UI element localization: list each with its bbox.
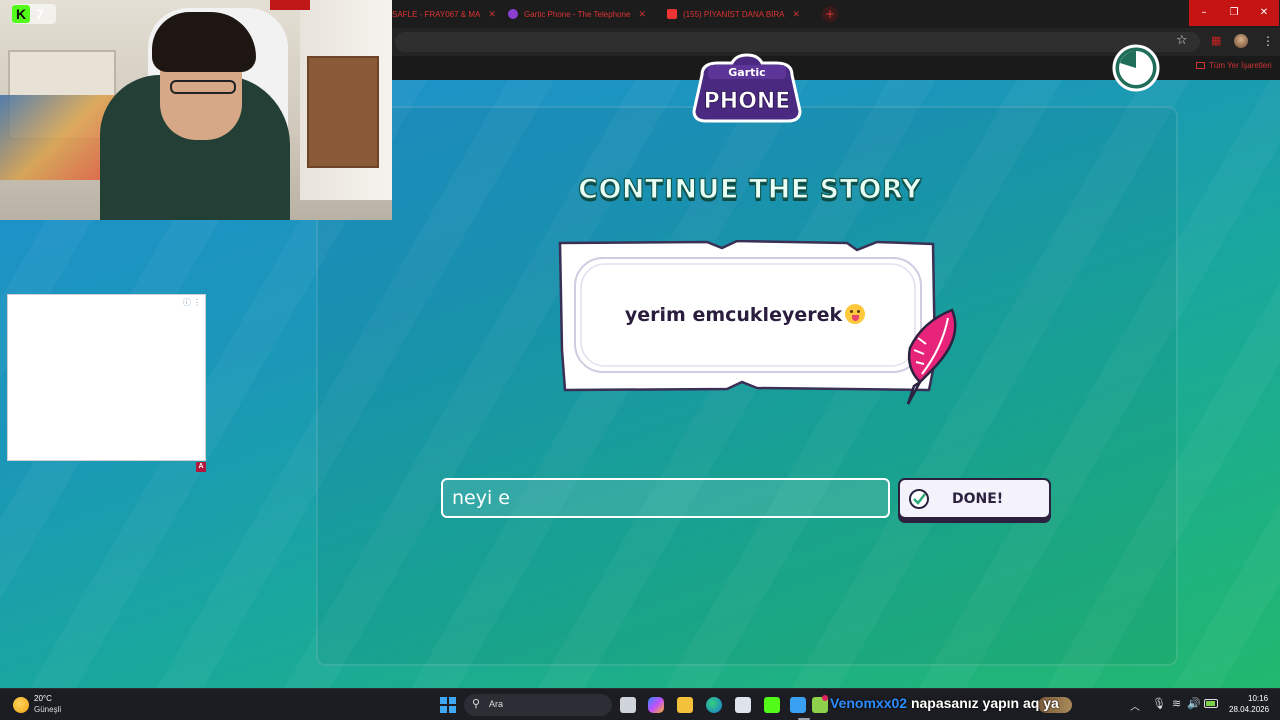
chat-message: napasanız yapın aq ya xyxy=(910,695,1059,711)
ad-info-icon[interactable]: ⓘ ⋮ xyxy=(183,297,201,308)
close-icon[interactable]: ✕ xyxy=(638,9,646,20)
all-bookmarks-label: Tüm Yer İşaretleri xyxy=(1209,61,1272,70)
restore-icon[interactable]: ❐ xyxy=(1219,0,1249,26)
copilot-icon[interactable] xyxy=(648,697,664,713)
logo-top-text: Gartic xyxy=(728,66,765,79)
taskbar-search[interactable]: ⚲ Ara xyxy=(464,694,1072,716)
weather-temperature: 20°C xyxy=(34,694,52,703)
volume-icon[interactable]: 🔊 xyxy=(1187,697,1201,710)
microphone-icon[interactable]: 🎙 xyxy=(1152,697,1166,710)
webcam-dresser xyxy=(307,56,379,168)
kick-app-icon[interactable] xyxy=(764,697,780,713)
kick-logo-icon: K xyxy=(12,5,30,23)
chevron-up-icon[interactable]: ︿ xyxy=(1130,698,1140,713)
windows-taskbar: 20°C Güneşli ⚲ Ara Venomxx02 napasanız y… xyxy=(0,688,1280,720)
browser-tab[interactable]: SAFLE - FRAY067 & MA ✕ xyxy=(392,4,502,24)
store-icon[interactable] xyxy=(735,697,751,713)
search-placeholder: Ara xyxy=(489,699,504,709)
timer-icon xyxy=(1112,44,1160,92)
windows-start-icon[interactable] xyxy=(440,697,456,713)
clock-date[interactable]: 28.04.2026 xyxy=(1229,705,1269,714)
task-view-icon[interactable] xyxy=(620,697,636,713)
gartic-phone-logo: Gartic PHONE xyxy=(692,53,802,123)
webcam-glasses xyxy=(170,80,236,94)
chat-overlay-message: Venomxx02 napasanız yapın aq ya xyxy=(822,695,1059,711)
url-field[interactable] xyxy=(395,32,1200,52)
new-tab-button[interactable]: + xyxy=(822,6,838,22)
extension-icon[interactable]: ▦ xyxy=(1211,34,1221,47)
close-icon[interactable]: ✕ xyxy=(488,9,496,20)
folder-icon xyxy=(1196,62,1205,70)
webcam-red-tab xyxy=(270,0,310,10)
story-input[interactable] xyxy=(441,478,890,518)
chat-username: Venomxx02 xyxy=(830,695,908,711)
ad-badge: A xyxy=(196,462,206,472)
search-icon: ⚲ xyxy=(472,697,481,710)
minimize-icon[interactable]: – xyxy=(1189,0,1219,26)
page-title: CONTINUE THE STORY xyxy=(578,173,922,205)
kick-viewer-badge: K 7 xyxy=(12,4,56,24)
logo-bottom-text: PHONE xyxy=(704,89,791,114)
battery-icon[interactable] xyxy=(1204,699,1218,708)
done-button[interactable]: DONE! xyxy=(898,478,1051,519)
bookmark-star-icon[interactable]: ☆ xyxy=(1176,33,1188,48)
ad-banner[interactable]: ⓘ ⋮ xyxy=(7,294,206,461)
capture-app-icon[interactable] xyxy=(790,697,806,713)
close-icon[interactable]: ✕ xyxy=(793,9,801,20)
webcam-overlay: K 7 xyxy=(0,0,392,220)
winking-tongue-emoji-icon xyxy=(845,304,866,324)
all-bookmarks-link[interactable]: Tüm Yer İşaretleri xyxy=(1196,61,1272,70)
weather-description: Güneşli xyxy=(34,705,62,714)
tab-title: Gartic Phone - The Telephone xyxy=(524,9,631,19)
file-explorer-icon[interactable] xyxy=(677,697,693,713)
wifi-icon[interactable]: ≋ xyxy=(1172,697,1181,710)
clock-time[interactable]: 10:16 xyxy=(1248,694,1268,703)
edge-icon[interactable] xyxy=(706,697,722,713)
prompt-text: yerim emcukleyerek xyxy=(624,304,843,326)
sun-icon[interactable] xyxy=(13,697,29,713)
quill-icon xyxy=(906,308,957,405)
browser-tab[interactable]: (155) PİYANİST DANA BİRA ✕ xyxy=(667,4,817,24)
browser-tab-active[interactable]: Gartic Phone - The Telephone ✕ xyxy=(508,4,658,24)
check-circle-icon xyxy=(909,488,929,509)
chat-dot-icon xyxy=(822,695,828,701)
tab-title: (155) PİYANİST DANA BİRA xyxy=(683,9,785,19)
close-window-icon[interactable]: ✕ xyxy=(1249,0,1279,26)
gartic-favicon-icon xyxy=(508,9,518,19)
done-label: DONE! xyxy=(952,490,1004,507)
tab-title: SAFLE - FRAY067 & MA xyxy=(392,9,481,19)
more-menu-icon[interactable]: ⋮ xyxy=(1262,34,1274,48)
story-prompt: yerim emcukleyerek xyxy=(600,304,890,326)
viewer-count: 7 xyxy=(36,6,44,22)
profile-avatar[interactable] xyxy=(1234,34,1248,48)
youtube-favicon-icon xyxy=(667,9,677,19)
